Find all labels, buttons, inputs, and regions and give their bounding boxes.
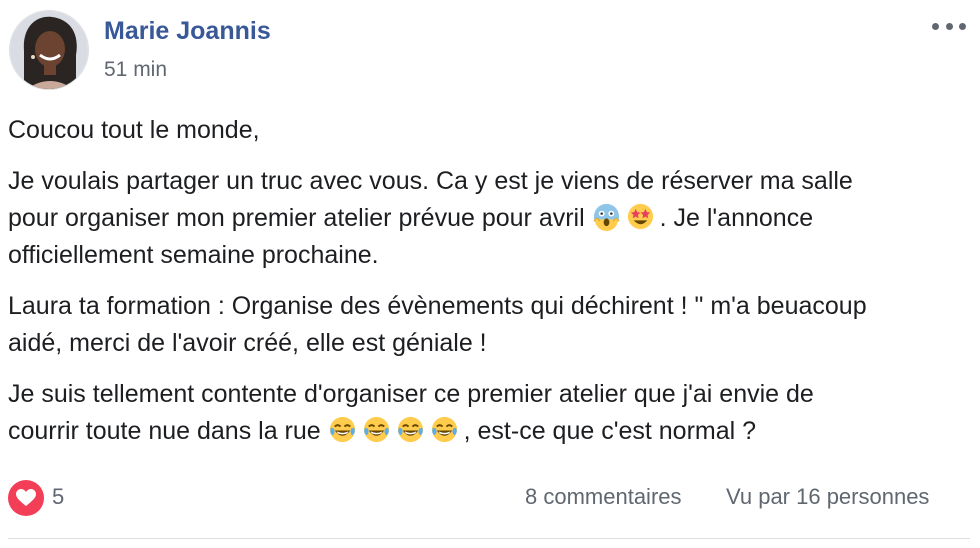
post-paragraph: Laura ta formation : Organise des évènem… xyxy=(8,288,970,362)
post-footer: 5 8 commentaires Vu par 16 personnes xyxy=(0,478,980,522)
post-paragraph: Je voulais partager un truc avec vous. C… xyxy=(8,163,970,274)
post-text: . Je l'annonce xyxy=(659,204,814,232)
more-dot-icon xyxy=(932,22,939,30)
seen-by-link[interactable]: Vu par 16 personnes xyxy=(726,484,929,510)
post-text: Laura ta formation : Organise des évènem… xyxy=(8,292,867,320)
more-dot-icon xyxy=(959,22,966,30)
post-text: pour organiser mon premier atelier prévu… xyxy=(8,204,592,232)
author-name-link[interactable]: Marie Joannis xyxy=(104,17,271,46)
laughing-emoji-icon xyxy=(396,415,425,444)
more-dot-icon xyxy=(945,22,953,30)
reaction-count[interactable]: 5 xyxy=(52,484,64,510)
post-text: courrir toute nue dans la rue xyxy=(8,417,328,445)
comments-count-link[interactable]: 8 commentaires xyxy=(525,484,682,510)
post-text: Je suis tellement contente d'organiser c… xyxy=(8,380,814,408)
post-body: Coucou tout le monde, Je voulais partage… xyxy=(8,112,970,464)
laughing-emoji-icon xyxy=(328,415,357,444)
divider xyxy=(8,538,970,539)
post-text: Je voulais partager un truc avec vous. C… xyxy=(8,167,853,195)
post-paragraph: Je suis tellement contente d'organiser c… xyxy=(8,376,970,450)
post-text: Coucou tout le monde, xyxy=(8,116,260,144)
post-text: , est-ce que c'est normal ? xyxy=(463,417,757,445)
star-struck-emoji-icon xyxy=(626,202,655,231)
post-text: aidé, merci de l'avoir créé, elle est gé… xyxy=(8,329,487,357)
post-text: officiellement semaine prochaine. xyxy=(8,241,379,269)
post-timestamp[interactable]: 51 min xyxy=(104,58,167,82)
heart-icon[interactable] xyxy=(8,480,44,516)
more-options-button[interactable] xyxy=(932,18,966,34)
laughing-emoji-icon xyxy=(430,415,459,444)
post-paragraph: Coucou tout le monde, xyxy=(8,112,970,149)
laughing-emoji-icon xyxy=(362,415,391,444)
scream-emoji-icon xyxy=(592,202,621,231)
author-avatar[interactable] xyxy=(9,10,89,90)
